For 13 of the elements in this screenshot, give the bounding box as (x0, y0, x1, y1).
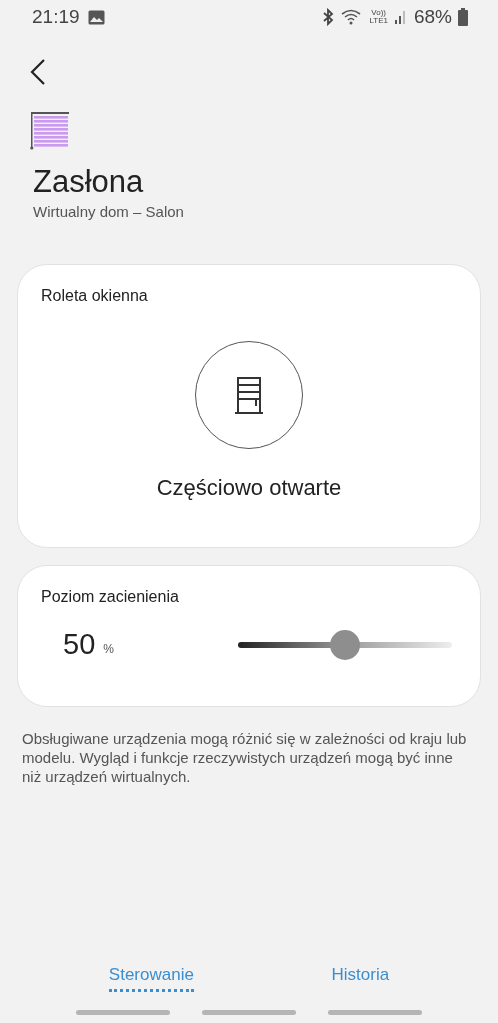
disclaimer-text: Obsługiwane urządzenia mogą różnić się w zależności od kraju lub modelu. Wygląd i funkcje rzeczywistych urządzeń mogą być inne niż urządzeń wirtualnych. (22, 729, 468, 786)
unit-label: % (103, 641, 114, 656)
device-name: Zasłona (33, 164, 145, 200)
network-label: Vo)) LTE1 (369, 9, 388, 25)
shade-value: 50 (63, 628, 96, 661)
battery-percent: 68% (413, 6, 452, 28)
status-time: 21:19 (32, 6, 80, 28)
device-location: Wirtualny dom – Salon (33, 203, 185, 220)
card-title: Poziom zacienienia (41, 588, 179, 606)
blind-status: Częściowo otwarte (156, 475, 342, 501)
tab[interactable]: Historia (331, 965, 390, 992)
tab[interactable]: Sterowanie (108, 965, 194, 992)
card-title: Roleta okienna (41, 287, 148, 305)
